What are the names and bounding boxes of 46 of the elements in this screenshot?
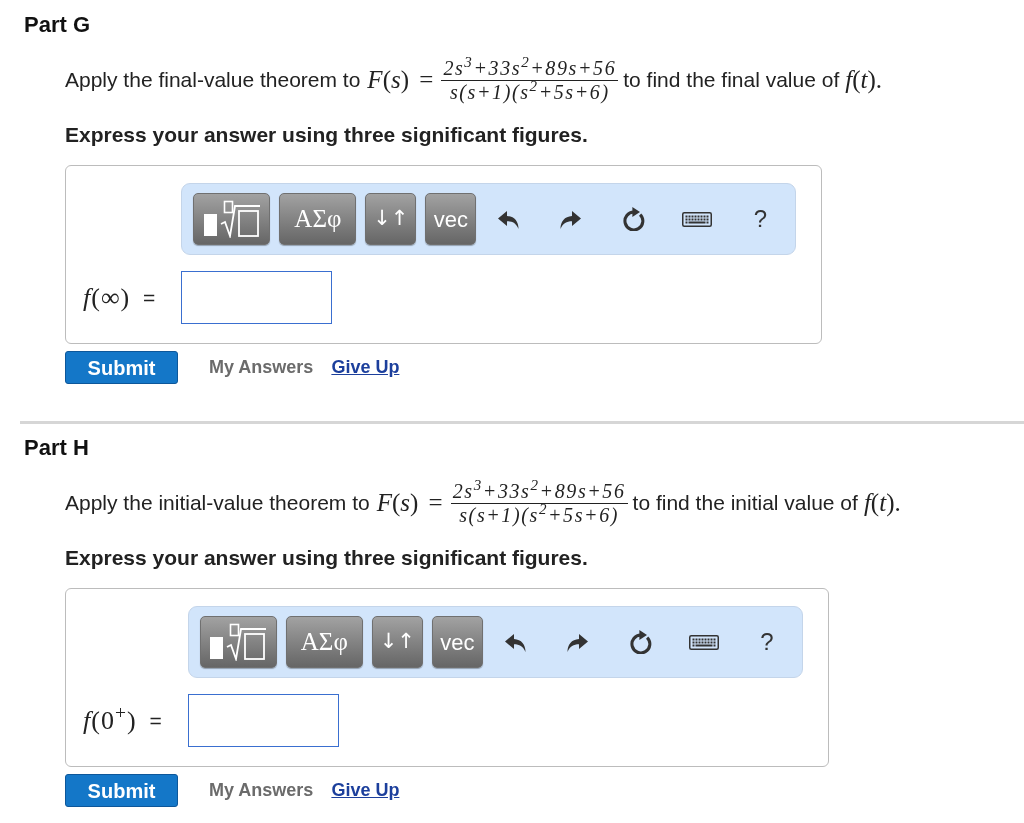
symbols-button[interactable]: ΑΣφ — [285, 616, 363, 668]
answer-label: f(0$^{+}$) — [83, 701, 137, 737]
keyboard-icon — [682, 211, 713, 227]
reset-icon — [629, 630, 652, 654]
square-root-icon — [201, 200, 262, 238]
templates-button[interactable] — [199, 616, 277, 668]
math-expression: f(t). — [845, 65, 883, 96]
help-button[interactable]: ? — [750, 626, 783, 658]
instruction-text: Express your answer using three significant figures. — [65, 122, 588, 148]
give-up-link[interactable]: Give Up — [331, 354, 400, 381]
math-expression: F(s) = — [376, 488, 443, 519]
answer-field[interactable] — [181, 271, 333, 324]
answer-label: f(∞) — [83, 282, 131, 314]
keyboard-icon — [688, 634, 719, 650]
square-root-icon — [208, 623, 269, 661]
templates-button[interactable] — [193, 193, 271, 245]
math-expression: f(t). — [863, 488, 901, 519]
vector-button[interactable]: vec — [425, 193, 477, 245]
submit-button[interactable]: Submit — [65, 774, 178, 807]
arrows-button[interactable]: ↓↑ — [365, 193, 417, 245]
part-title: Part H — [24, 434, 89, 462]
answer-field[interactable] — [187, 694, 339, 747]
redo-icon — [566, 631, 589, 653]
denominator: s(s+1)(s$^{2}$+5s+6) — [448, 80, 611, 104]
prompt-text: Apply the initial-value theorem to — [65, 490, 370, 517]
part-title: Part G — [24, 11, 91, 39]
prompt-text: to find the final value of — [623, 67, 840, 94]
undo-icon — [503, 631, 526, 653]
symbols-button[interactable]: ΑΣφ — [279, 193, 357, 245]
prompt-text: to find the initial value of — [632, 490, 858, 517]
equals-sign: = — [143, 284, 156, 311]
numerator: 2s$^{3}$+33s$^{2}$+89s+56 — [442, 56, 618, 80]
give-up-link[interactable]: Give Up — [331, 777, 400, 804]
denominator: s(s+1)(s$^{2}$+5s+6) — [458, 503, 621, 527]
instruction-text: Express your answer using three significant figures. — [65, 545, 588, 571]
arrows-button[interactable]: ↓↑ — [371, 616, 423, 668]
prompt-text: Apply the final-value theorem to — [65, 67, 361, 94]
numerator: 2s$^{3}$+33s$^{2}$+89s+56 — [451, 479, 627, 503]
submit-button[interactable]: Submit — [65, 351, 178, 384]
undo-icon — [497, 208, 520, 230]
math-expression: F(s) = — [367, 65, 434, 96]
reset-icon — [623, 207, 646, 231]
vector-button[interactable]: vec — [431, 616, 483, 668]
help-button[interactable]: ? — [744, 203, 777, 235]
redo-icon — [560, 208, 583, 230]
equals-sign: = — [149, 707, 162, 734]
